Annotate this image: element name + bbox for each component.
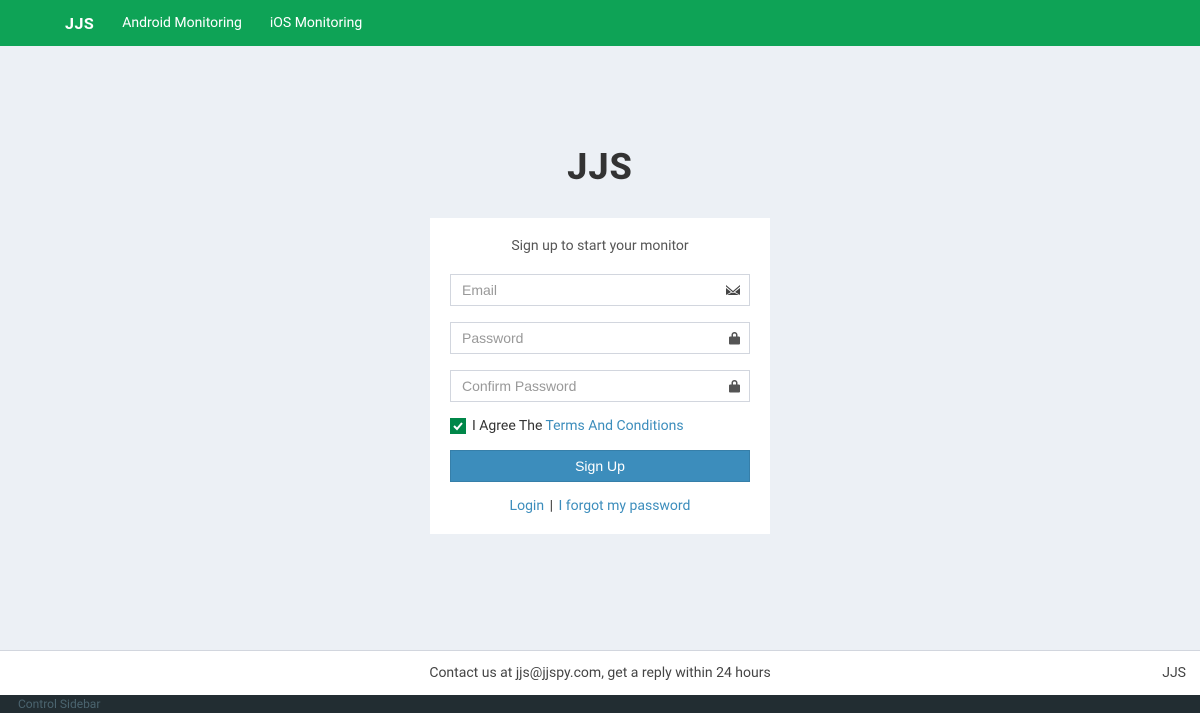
footer: Contact us at jjs@jjspy.com, get a reply… [0,650,1200,695]
page-logo: JJS [567,146,633,188]
terms-link[interactable]: Terms And Conditions [545,418,683,434]
lock-icon [729,380,740,393]
email-input-group [450,274,750,306]
password-field[interactable] [450,322,750,354]
card-subtitle: Sign up to start your monitor [450,238,750,254]
main-area: JJS Sign up to start your monitor [0,46,1200,534]
dark-bar-label: Control Sidebar [18,697,100,711]
email-field[interactable] [450,274,750,306]
agree-label: I Agree The [472,418,542,434]
signup-button[interactable]: Sign Up [450,450,750,482]
signup-card: Sign up to start your monitor [430,218,770,534]
lock-icon [729,332,740,345]
navbar: JJS Android Monitoring iOS Monitoring [0,0,1200,46]
link-separator: | [550,498,553,514]
agree-checkbox[interactable] [450,418,466,434]
agree-row: I Agree The Terms And Conditions [450,418,750,434]
footer-brand: JJS [1162,665,1186,681]
envelope-icon [726,285,740,295]
forgot-password-link[interactable]: I forgot my password [558,498,690,514]
password-input-group [450,322,750,354]
navbar-brand[interactable]: JJS [65,14,94,33]
bottom-links: Login | I forgot my password [450,498,750,514]
dark-bottom-bar: Control Sidebar [0,695,1200,713]
nav-link-android[interactable]: Android Monitoring [122,15,242,31]
confirm-password-input-group [450,370,750,402]
login-link[interactable]: Login [510,498,545,514]
footer-contact: Contact us at jjs@jjspy.com, get a reply… [429,665,770,681]
confirm-password-field[interactable] [450,370,750,402]
nav-link-ios[interactable]: iOS Monitoring [270,15,362,31]
